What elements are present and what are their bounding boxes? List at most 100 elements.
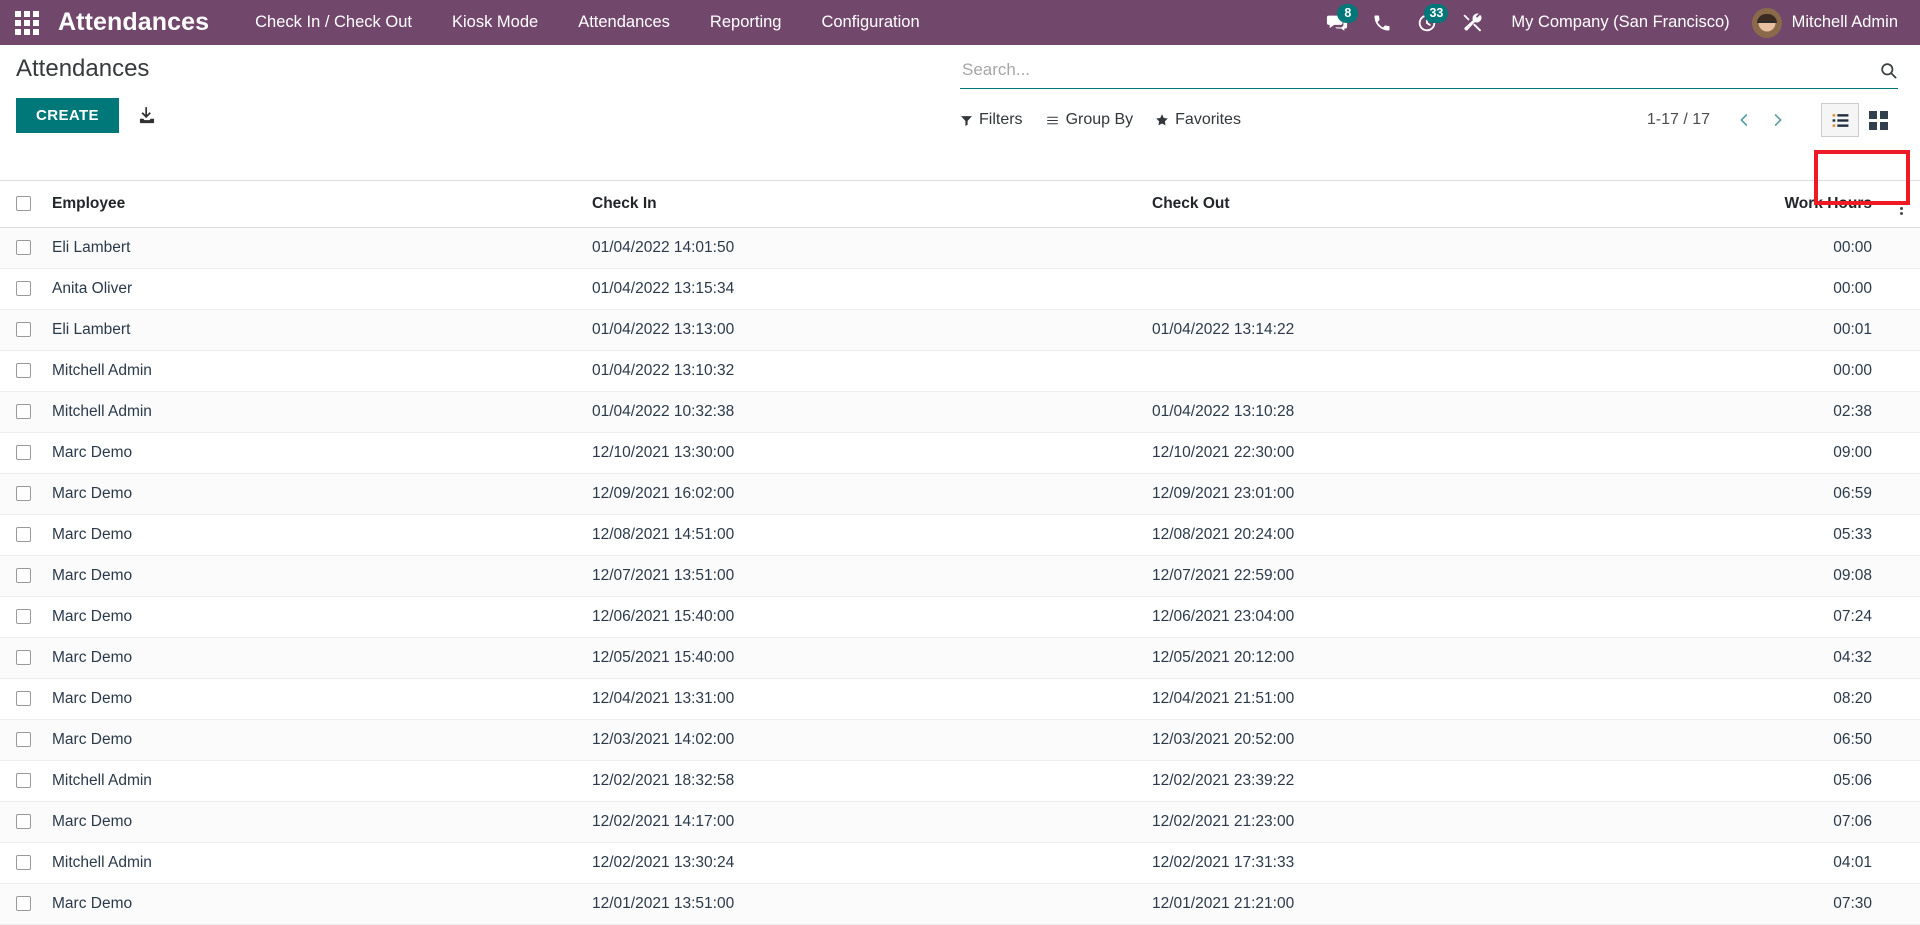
row-checkbox[interactable]	[16, 814, 31, 829]
row-checkbox[interactable]	[16, 322, 31, 337]
table-row[interactable]: Mitchell Admin 01/04/2022 13:10:32 00:00	[0, 350, 1920, 392]
cell-work-hours: 05:33	[1762, 514, 1882, 556]
table-row[interactable]: Anita Oliver 01/04/2022 13:15:34 00:00	[0, 268, 1920, 310]
user-menu[interactable]: Mitchell Admin	[1744, 0, 1902, 45]
table-row[interactable]: Marc Demo 12/05/2021 15:40:00 12/05/2021 2…	[0, 637, 1920, 679]
table-row[interactable]: Marc Demo 12/01/2021 13:51:00 12/01/2021 2…	[0, 883, 1920, 925]
row-select-cell	[0, 596, 42, 638]
menu-item-reporting[interactable]: Reporting	[690, 0, 802, 45]
row-options-cell	[1882, 719, 1920, 761]
table-row[interactable]: Marc Demo 12/08/2021 14:51:00 12/08/2021 2…	[0, 514, 1920, 556]
vertical-dots-icon[interactable]	[1899, 202, 1903, 216]
phone-button[interactable]	[1360, 0, 1404, 45]
filters-dropdown[interactable]: Filters	[960, 111, 1023, 129]
table-row[interactable]: Marc Demo 12/09/2021 16:02:00 12/09/2021 2…	[0, 473, 1920, 515]
group-by-dropdown[interactable]: Group By	[1045, 111, 1133, 129]
apps-grid-icon[interactable]	[10, 6, 44, 40]
table-row[interactable]: Mitchell Admin 01/04/2022 10:32:38 01/04/2…	[0, 391, 1920, 433]
table-row[interactable]: Marc Demo 12/07/2021 13:51:00 12/07/2021 2…	[0, 555, 1920, 597]
row-options-cell	[1882, 596, 1920, 638]
messages-button[interactable]: 8	[1314, 0, 1360, 45]
chevron-left-icon	[1740, 114, 1748, 126]
activities-button[interactable]: 33	[1404, 0, 1450, 45]
create-button[interactable]: CREATE	[16, 97, 119, 133]
row-select-cell	[0, 719, 42, 761]
row-checkbox[interactable]	[16, 527, 31, 542]
row-checkbox[interactable]	[16, 650, 31, 665]
pager-previous-button[interactable]	[1728, 110, 1761, 130]
menu-item-configuration[interactable]: Configuration	[801, 0, 939, 45]
search-input[interactable]	[960, 57, 1871, 84]
table-row[interactable]: Mitchell Admin 12/02/2021 13:30:24 12/02/2…	[0, 842, 1920, 884]
row-checkbox[interactable]	[16, 691, 31, 706]
chevron-right-icon	[1774, 114, 1782, 126]
favorites-dropdown[interactable]: Favorites	[1155, 111, 1241, 129]
row-options-cell	[1882, 555, 1920, 597]
row-checkbox[interactable]	[16, 732, 31, 747]
row-select-cell	[0, 391, 42, 433]
cell-check-in: 12/03/2021 14:02:00	[582, 719, 1142, 761]
row-checkbox[interactable]	[16, 855, 31, 870]
phone-icon	[1374, 15, 1390, 30]
cell-check-in: 12/02/2021 13:30:24	[582, 842, 1142, 884]
cell-check-in: 12/04/2021 13:31:00	[582, 678, 1142, 720]
table-row[interactable]: Marc Demo 12/10/2021 13:30:00 12/10/2021 2…	[0, 432, 1920, 474]
list-view-button[interactable]	[1821, 103, 1859, 137]
search-bar[interactable]	[960, 57, 1898, 89]
main-menu: Check In / Check Out Kiosk Mode Attendan…	[235, 0, 939, 45]
table-row[interactable]: Marc Demo 12/03/2021 14:02:00 12/03/2021 2…	[0, 719, 1920, 761]
table-row[interactable]: Marc Demo 12/02/2021 14:17:00 12/02/2021 2…	[0, 801, 1920, 843]
kanban-view-icon	[1868, 110, 1888, 130]
cell-work-hours: 07:30	[1762, 883, 1882, 925]
table-row[interactable]: Marc Demo 12/04/2021 13:31:00 12/04/2021 2…	[0, 678, 1920, 720]
cell-employee: Mitchell Admin	[42, 350, 582, 392]
table-row[interactable]: Marc Demo 12/06/2021 15:40:00 12/06/2021 2…	[0, 596, 1920, 638]
import-records-icon[interactable]	[137, 105, 157, 125]
row-checkbox[interactable]	[16, 240, 31, 255]
cell-check-out	[1142, 227, 1762, 269]
row-checkbox[interactable]	[16, 609, 31, 624]
control-panel: Attendances CREATE Search... Filters Gro…	[0, 45, 1920, 205]
row-checkbox[interactable]	[16, 896, 31, 911]
cell-work-hours: 05:06	[1762, 760, 1882, 802]
row-options-cell	[1882, 678, 1920, 720]
menu-item-attendances[interactable]: Attendances	[558, 0, 690, 45]
kanban-view-button[interactable]	[1859, 103, 1897, 137]
cell-employee: Marc Demo	[42, 719, 582, 761]
column-header-check-out[interactable]: Check Out	[1142, 181, 1762, 228]
cell-employee: Eli Lambert	[42, 309, 582, 351]
menu-item-kiosk-mode[interactable]: Kiosk Mode	[432, 0, 558, 45]
row-checkbox[interactable]	[16, 486, 31, 501]
select-all-checkbox[interactable]	[16, 196, 31, 212]
menu-item-check-in-check-out[interactable]: Check In / Check Out	[235, 0, 432, 45]
app-brand-title[interactable]: Attendances	[58, 8, 209, 37]
debug-tools-button[interactable]	[1450, 0, 1495, 45]
row-checkbox[interactable]	[16, 568, 31, 583]
cell-check-out	[1142, 268, 1762, 310]
table-row[interactable]: Eli Lambert 01/04/2022 13:13:00 01/04/2022…	[0, 309, 1920, 351]
company-switcher[interactable]: My Company (San Francisco)	[1495, 0, 1743, 45]
row-checkbox[interactable]	[16, 281, 31, 296]
cell-employee: Anita Oliver	[42, 268, 582, 310]
row-options-cell	[1882, 760, 1920, 802]
table-row[interactable]: Mitchell Admin 12/02/2021 18:32:58 12/02/2…	[0, 760, 1920, 802]
row-options-cell	[1882, 514, 1920, 556]
magnifier-icon[interactable]	[1871, 61, 1898, 80]
column-header-check-in[interactable]: Check In	[582, 181, 1142, 228]
row-checkbox[interactable]	[16, 404, 31, 419]
row-checkbox[interactable]	[16, 773, 31, 788]
row-options-cell	[1882, 883, 1920, 925]
table-row[interactable]: Eli Lambert 01/04/2022 14:01:50 00:00	[0, 227, 1920, 269]
table-header: Employee Check In Check Out Work Hours	[0, 181, 1920, 228]
column-header-employee[interactable]: Employee	[42, 181, 582, 228]
pager-next-button[interactable]	[1761, 110, 1794, 130]
column-header-work-hours[interactable]: Work Hours	[1762, 181, 1882, 228]
top-navbar: Attendances Check In / Check Out Kiosk M…	[0, 0, 1920, 45]
control-panel-left: Attendances CREATE	[16, 55, 157, 133]
cell-employee: Marc Demo	[42, 596, 582, 638]
row-checkbox[interactable]	[16, 363, 31, 378]
cell-work-hours: 04:32	[1762, 637, 1882, 679]
cell-work-hours: 07:06	[1762, 801, 1882, 843]
row-checkbox[interactable]	[16, 445, 31, 460]
cell-employee: Marc Demo	[42, 514, 582, 556]
